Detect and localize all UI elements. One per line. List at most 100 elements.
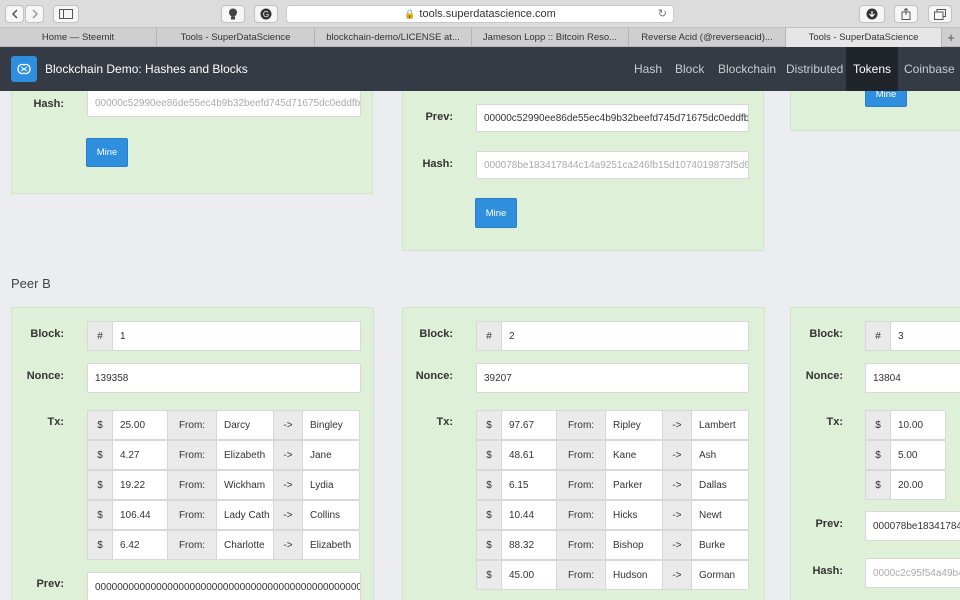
tab-tools-superdatascience-active[interactable]: Tools - SuperDataScience <box>786 28 942 47</box>
tx-amount-field[interactable]: 10.44 <box>501 500 557 530</box>
prev-field[interactable]: 000078be18341784 <box>865 511 960 541</box>
tx-amount-field[interactable]: 97.67 <box>501 410 557 440</box>
tx-to-field[interactable]: Lambert <box>691 410 749 440</box>
currency-addon: $ <box>476 560 502 590</box>
tx-to-field[interactable]: Burke <box>691 530 749 560</box>
currency-addon: $ <box>476 410 502 440</box>
arrow-addon: -> <box>662 500 692 530</box>
tx-to-field[interactable]: Gorman <box>691 560 749 590</box>
tx-to-field[interactable]: Elizabeth <box>302 530 360 560</box>
hash-prefix-addon: # <box>865 321 891 351</box>
new-tab-button[interactable]: + <box>942 28 960 46</box>
tx-amount-field[interactable]: 19.22 <box>112 470 168 500</box>
tabs-overview-button[interactable] <box>928 5 952 23</box>
tx-from-field[interactable]: Ripley <box>605 410 663 440</box>
tx-amount-field[interactable]: 45.00 <box>501 560 557 590</box>
from-addon: From: <box>556 440 606 470</box>
tx-amount-field[interactable]: 5.00 <box>890 440 946 470</box>
arrow-addon: -> <box>662 560 692 590</box>
tx-label: Tx: <box>47 416 65 428</box>
tx-from-field[interactable]: Charlotte <box>216 530 274 560</box>
tx-amount-field[interactable]: 6.15 <box>501 470 557 500</box>
tx-from-field[interactable]: Hicks <box>605 500 663 530</box>
forward-button[interactable] <box>25 5 44 23</box>
block-number-field[interactable]: 2 <box>501 321 749 351</box>
tx-to-field[interactable]: Ash <box>691 440 749 470</box>
url-bar[interactable]: 🔒 tools.superdatascience.com ↻ <box>286 5 674 23</box>
grammarly-button[interactable]: G <box>254 5 278 23</box>
downloads-button[interactable] <box>859 5 885 23</box>
block-label: Block: <box>419 328 453 340</box>
mine-button[interactable]: Mine <box>86 138 128 167</box>
nonce-field[interactable]: 13804 <box>865 363 960 393</box>
mine-button[interactable]: Mine <box>475 198 517 228</box>
tx-from-field[interactable]: Kane <box>605 440 663 470</box>
peer-b-heading: Peer B <box>11 276 51 291</box>
tx-label: Tx: <box>436 416 454 428</box>
tab-reverse-acid[interactable]: Reverse Acid (@reverseacid)... <box>629 28 786 47</box>
nav-distributed[interactable]: Distributed <box>779 47 850 91</box>
hash-field[interactable]: 00000c52990ee86de55ec4b9b32beefd745d7167… <box>87 91 361 117</box>
tx-amount-field[interactable]: 20.00 <box>890 470 946 500</box>
currency-addon: $ <box>476 440 502 470</box>
lightbulb-button[interactable] <box>221 5 245 23</box>
reload-icon[interactable]: ↻ <box>658 7 667 20</box>
tx-to-field[interactable]: Jane <box>302 440 360 470</box>
tx-amount-field[interactable]: 48.61 <box>501 440 557 470</box>
block-number-field[interactable]: 1 <box>112 321 361 351</box>
sidebar-icon <box>59 9 73 19</box>
hash-label: Hash: <box>33 98 64 110</box>
hash-field[interactable]: 0000c2c95f54a49b4 <box>865 558 960 588</box>
from-addon: From: <box>167 530 217 560</box>
tx-to-field[interactable]: Dallas <box>691 470 749 500</box>
from-addon: From: <box>167 410 217 440</box>
brain-icon[interactable] <box>11 56 37 82</box>
tx-from-field[interactable]: Lady Cath <box>216 500 274 530</box>
tx-from-field[interactable]: Hudson <box>605 560 663 590</box>
nav-hash[interactable]: Hash <box>627 47 669 91</box>
url-text: tools.superdatascience.com <box>419 8 556 20</box>
tab-blockchain-demo-license[interactable]: blockchain-demo/LICENSE at... <box>315 28 472 47</box>
tx-amount-field[interactable]: 106.44 <box>112 500 168 530</box>
tab-bar: Home — Steemit Tools - SuperDataScience … <box>0 28 960 47</box>
share-button[interactable] <box>894 5 918 23</box>
tx-from-field[interactable]: Darcy <box>216 410 274 440</box>
prev-field[interactable]: 00000c52990ee86de55ec4b9b32beefd745d7167… <box>476 104 749 132</box>
tx-from-field[interactable]: Elizabeth <box>216 440 274 470</box>
tx-amount-field[interactable]: 25.00 <box>112 410 168 440</box>
tx-to-field[interactable]: Bingley <box>302 410 360 440</box>
tx-amount-field[interactable]: 4.27 <box>112 440 168 470</box>
tx-to-field[interactable]: Lydia <box>302 470 360 500</box>
tab-steemit[interactable]: Home — Steemit <box>0 28 157 47</box>
currency-addon: $ <box>865 440 891 470</box>
tx-amount-field[interactable]: 6.42 <box>112 530 168 560</box>
tab-jameson-lopp[interactable]: Jameson Lopp :: Bitcoin Reso... <box>472 28 629 47</box>
nonce-field[interactable]: 139358 <box>87 363 361 393</box>
nav-coinbase[interactable]: Coinbase <box>897 47 960 91</box>
nav-blockchain[interactable]: Blockchain <box>711 47 783 91</box>
main-content: Hash: 00000c52990ee86de55ec4b9b32beefd74… <box>0 91 960 600</box>
tx-from-field[interactable]: Parker <box>605 470 663 500</box>
arrow-addon: -> <box>662 440 692 470</box>
tx-from-field[interactable]: Wickham <box>216 470 274 500</box>
app-title[interactable]: Blockchain Demo: Hashes and Blocks <box>45 62 248 76</box>
tx-from-field[interactable]: Bishop <box>605 530 663 560</box>
nav-block[interactable]: Block <box>668 47 711 91</box>
tx-amount-field[interactable]: 88.32 <box>501 530 557 560</box>
mine-button[interactable]: Mine <box>865 91 907 107</box>
nav-tokens[interactable]: Tokens <box>846 47 899 91</box>
nonce-field[interactable]: 39207 <box>476 363 749 393</box>
tab-tools-superdatascience[interactable]: Tools - SuperDataScience <box>157 28 315 47</box>
prev-field[interactable]: 0000000000000000000000000000000000000000… <box>87 572 361 600</box>
block-number-field[interactable]: 3 <box>890 321 960 351</box>
tx-amount-field[interactable]: 10.00 <box>890 410 946 440</box>
tx-to-field[interactable]: Collins <box>302 500 360 530</box>
currency-addon: $ <box>865 470 891 500</box>
back-button[interactable] <box>5 5 24 23</box>
tx-to-field[interactable]: Newt <box>691 500 749 530</box>
currency-addon: $ <box>476 500 502 530</box>
sidebar-button[interactable] <box>53 5 79 23</box>
from-addon: From: <box>556 500 606 530</box>
hash-field[interactable]: 000078be183417844c14a9251ca246fb15d10740… <box>476 151 749 179</box>
svg-text:G: G <box>263 10 269 19</box>
